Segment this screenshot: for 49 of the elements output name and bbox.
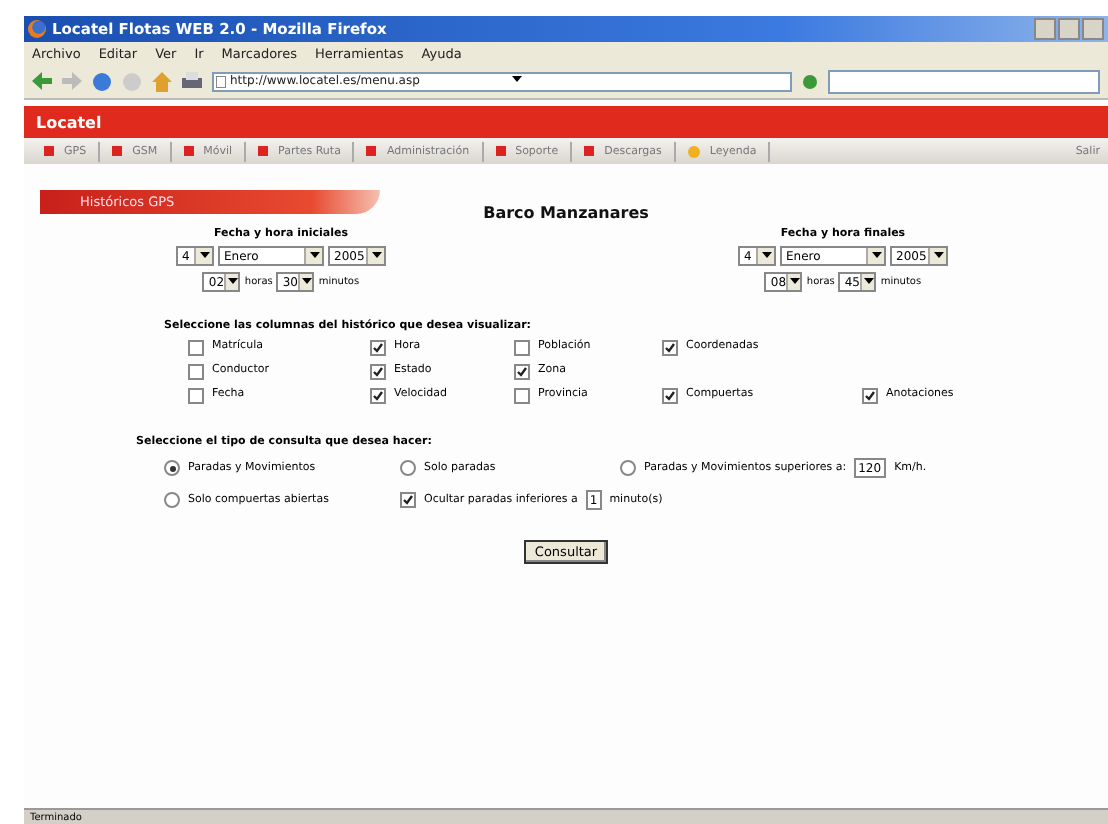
square-icon: [44, 146, 54, 156]
checkbox[interactable]: [514, 388, 530, 404]
checkbox[interactable]: [400, 492, 416, 508]
minimize-button[interactable]: [1034, 18, 1056, 40]
checkbox[interactable]: [370, 388, 386, 404]
square-icon: [584, 146, 595, 156]
close-button[interactable]: [1082, 18, 1104, 40]
brand-logo: Locatel: [36, 113, 102, 131]
radio-button[interactable]: [164, 492, 180, 508]
page-icon: [216, 75, 226, 87]
radio-button[interactable]: [400, 460, 416, 476]
checkbox[interactable]: [370, 340, 386, 356]
checkbox[interactable]: [188, 364, 204, 380]
caret-icon: [863, 278, 874, 286]
go-icon[interactable]: [802, 73, 818, 89]
browser-logo-icon: [28, 20, 46, 38]
square-icon: [112, 146, 123, 156]
print-icon[interactable]: [182, 71, 202, 91]
checkbox[interactable]: [662, 340, 678, 356]
caret-icon: [933, 252, 943, 260]
radio-button[interactable]: [620, 460, 636, 476]
page-title: Barco Manzanares: [481, 204, 651, 222]
radio-button[interactable]: [164, 460, 180, 476]
caret-icon: [789, 278, 800, 286]
checkbox[interactable]: [514, 364, 530, 380]
square-icon: [258, 146, 268, 156]
checkbox[interactable]: [862, 388, 878, 404]
caret-icon: [371, 252, 381, 260]
caret-icon: [871, 252, 881, 260]
square-icon: [183, 146, 194, 156]
maximize-button[interactable]: [1058, 18, 1080, 40]
square-icon: [495, 146, 506, 156]
home-icon[interactable]: [152, 71, 172, 91]
back-icon[interactable]: [32, 72, 52, 90]
caret-icon: [761, 252, 771, 260]
checkbox[interactable]: [662, 388, 678, 404]
checkbox[interactable]: [514, 340, 530, 356]
checkbox[interactable]: [188, 340, 204, 356]
caret-icon: [199, 252, 209, 260]
checkbox[interactable]: [188, 388, 204, 404]
circle-icon: [687, 145, 700, 157]
caret-icon: [301, 278, 312, 286]
search-field[interactable]: [828, 69, 1100, 93]
reload-icon[interactable]: [92, 71, 112, 91]
caret-icon: [227, 278, 238, 286]
caret-icon: [309, 252, 319, 260]
checkbox[interactable]: [370, 364, 386, 380]
square-icon: [366, 146, 377, 156]
caret-icon: [511, 76, 521, 84]
